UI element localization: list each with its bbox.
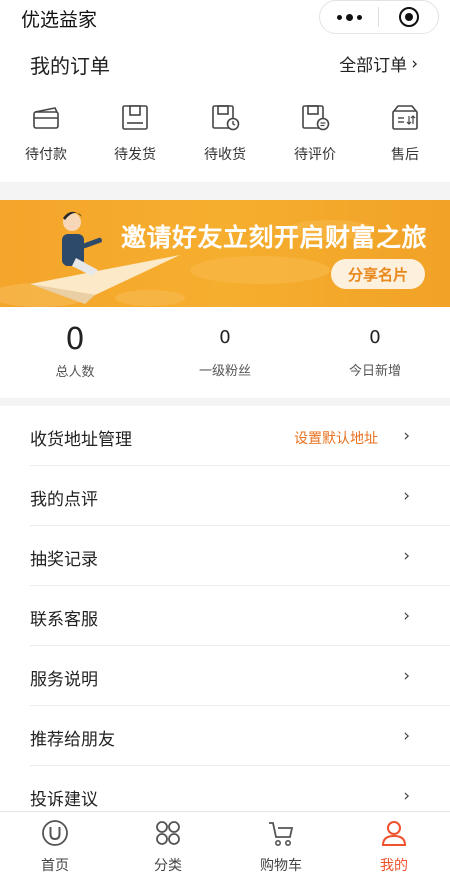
comment-box-icon bbox=[302, 105, 330, 131]
status-label: 待付款 bbox=[25, 147, 67, 163]
menu-item-lottery[interactable]: 抽奖记录 › bbox=[30, 526, 450, 586]
stat-value: 0 bbox=[219, 327, 231, 348]
all-orders-label: 全部订单 bbox=[339, 56, 408, 76]
section-divider bbox=[0, 398, 450, 406]
more-dots-icon[interactable] bbox=[320, 1, 378, 33]
stat-level1-fans[interactable]: 0 一级粉丝 bbox=[165, 327, 285, 379]
status-label: 待评价 bbox=[294, 147, 336, 163]
tab-label: 分类 bbox=[154, 858, 182, 874]
menu-item-label: 推荐给朋友 bbox=[30, 730, 115, 750]
home-u-icon bbox=[42, 820, 68, 846]
order-status-row: 待付款 待发货 待收货 待评价 售后 bbox=[0, 100, 450, 166]
target-close-icon[interactable] bbox=[379, 1, 438, 33]
menu-item-address[interactable]: 收货地址管理 设置默认地址 › bbox=[30, 406, 450, 466]
category-grid-icon bbox=[156, 821, 180, 845]
menu-item-recommend[interactable]: 推荐给朋友 › bbox=[30, 706, 450, 766]
tab-label: 购物车 bbox=[260, 858, 302, 874]
stat-value: 0 bbox=[65, 322, 85, 357]
chevron-right-icon: › bbox=[403, 546, 410, 566]
menu-list: 收货地址管理 设置默认地址 › 我的点评 › 抽奖记录 › 联系客服 › 服务说… bbox=[0, 406, 450, 826]
banner-headline: 邀请好友立刻开启财富之旅 bbox=[121, 223, 428, 252]
tab-mine[interactable]: 我的 bbox=[354, 818, 434, 875]
cart-icon bbox=[269, 822, 294, 846]
stat-value: 0 bbox=[369, 327, 381, 348]
menu-item-label: 联系客服 bbox=[30, 610, 98, 630]
orders-title: 我的订单 bbox=[30, 54, 110, 78]
stat-today-new[interactable]: 0 今日新增 bbox=[315, 327, 435, 379]
order-status-pending-payment[interactable]: 待付款 bbox=[11, 100, 81, 164]
chevron-right-icon: › bbox=[403, 606, 410, 626]
chevron-right-icon: › bbox=[403, 666, 410, 686]
chevron-right-icon: › bbox=[403, 726, 410, 746]
stat-label: 一级粉丝 bbox=[198, 364, 251, 379]
tab-label: 我的 bbox=[380, 858, 408, 874]
set-default-address-link[interactable]: 设置默认地址 bbox=[294, 428, 378, 448]
menu-item-label: 投诉建议 bbox=[30, 790, 98, 810]
order-status-pending-ship[interactable]: 待发货 bbox=[100, 100, 170, 164]
menu-item-support[interactable]: 联系客服 › bbox=[30, 586, 450, 646]
section-divider bbox=[0, 182, 450, 200]
top-bar: 优选益家 bbox=[0, 0, 450, 36]
app-title: 优选益家 bbox=[21, 9, 98, 31]
bottom-tab-bar: 首页 分类 购物车 我的 bbox=[0, 811, 450, 877]
menu-item-service-info[interactable]: 服务说明 › bbox=[30, 646, 450, 706]
delivery-clock-icon bbox=[212, 105, 240, 131]
package-icon bbox=[122, 105, 148, 130]
stat-label: 今日新增 bbox=[348, 364, 401, 379]
menu-item-reviews[interactable]: 我的点评 › bbox=[30, 466, 450, 526]
status-label: 待收货 bbox=[204, 147, 246, 163]
invite-banner[interactable]: 邀请好友立刻开启财富之旅 分享名片 bbox=[0, 200, 450, 307]
orders-header: 我的订单 全部订单 › bbox=[0, 46, 450, 80]
tab-home[interactable]: 首页 bbox=[15, 818, 95, 875]
menu-item-label: 我的点评 bbox=[30, 490, 98, 510]
status-label: 待发货 bbox=[114, 147, 156, 163]
menu-item-label: 服务说明 bbox=[30, 670, 98, 690]
stats-row: 0 总人数 0 一级粉丝 0 今日新增 bbox=[0, 307, 450, 398]
tab-category[interactable]: 分类 bbox=[128, 818, 208, 875]
menu-item-label: 收货地址管理 bbox=[30, 430, 132, 450]
share-card-button[interactable]: 分享名片 bbox=[331, 259, 425, 289]
order-status-after-sales[interactable]: 售后 bbox=[370, 100, 440, 164]
order-status-pending-review[interactable]: 待评价 bbox=[280, 100, 350, 164]
user-icon bbox=[381, 821, 407, 846]
wallet-icon bbox=[33, 107, 59, 129]
chevron-right-icon: › bbox=[403, 786, 410, 806]
tab-cart[interactable]: 购物车 bbox=[241, 818, 321, 875]
status-label: 售后 bbox=[391, 147, 419, 163]
order-status-pending-receive[interactable]: 待收货 bbox=[190, 100, 260, 164]
stat-label: 总人数 bbox=[55, 365, 95, 380]
chevron-right-icon: › bbox=[403, 486, 410, 506]
stat-total[interactable]: 0 总人数 bbox=[15, 322, 135, 380]
tab-label: 首页 bbox=[41, 858, 69, 874]
chevron-right-icon: › bbox=[403, 426, 410, 446]
after-sales-box-icon bbox=[392, 105, 418, 130]
mini-program-capsule bbox=[319, 0, 439, 34]
chevron-right-icon: › bbox=[411, 53, 418, 74]
menu-item-label: 抽奖记录 bbox=[30, 550, 98, 570]
all-orders-link[interactable]: 全部订单 › bbox=[339, 51, 418, 77]
